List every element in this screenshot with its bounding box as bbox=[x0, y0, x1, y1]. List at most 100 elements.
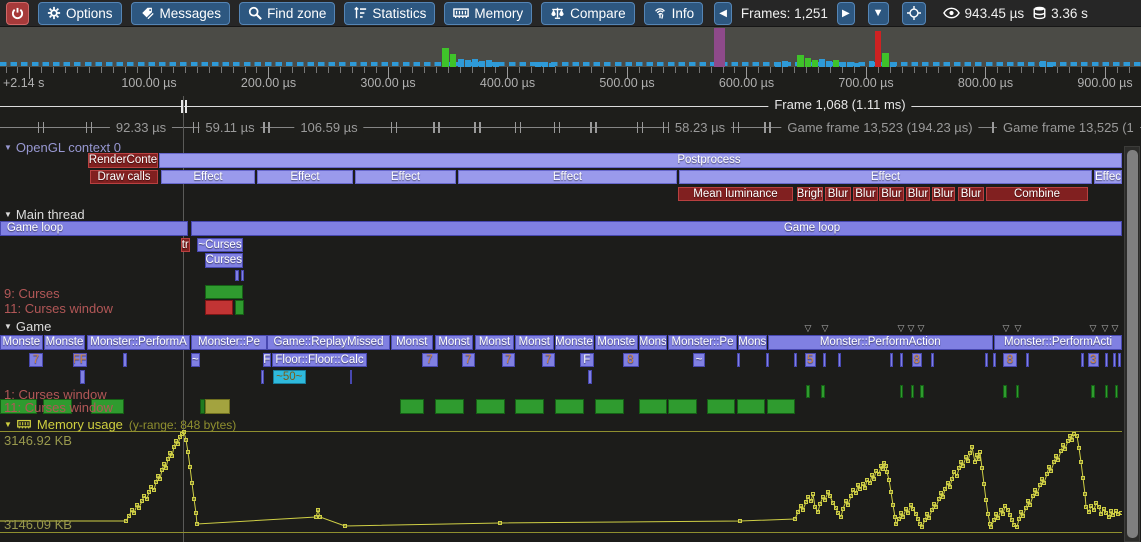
section-header-main-thread[interactable]: ▼Main thread bbox=[4, 207, 85, 222]
zone-bar[interactable] bbox=[1105, 385, 1109, 398]
zone-bar[interactable] bbox=[435, 399, 464, 414]
message-marker-icon[interactable]: ▽ bbox=[918, 323, 925, 334]
time-axis[interactable]: +2.14 s100.00 µs200.00 µs300.00 µs400.00… bbox=[0, 67, 1141, 90]
zone-bar[interactable]: Monst bbox=[391, 335, 434, 351]
frame-histogram-bar[interactable] bbox=[493, 62, 499, 67]
zone-bar[interactable]: ~ bbox=[191, 353, 201, 367]
subframe-label[interactable]: Game frame 13,523 (194.23 µs) bbox=[781, 120, 978, 135]
zone-bar[interactable] bbox=[737, 353, 740, 367]
zone-bar[interactable] bbox=[241, 270, 244, 281]
frame-histogram-bar[interactable] bbox=[1040, 61, 1046, 67]
zone-bar[interactable]: 7 bbox=[462, 353, 476, 367]
zone-bar[interactable]: Game::ReplayMissed bbox=[267, 335, 390, 351]
frame-histogram-bar[interactable] bbox=[847, 62, 853, 67]
next-frame-button[interactable]: ▶ bbox=[837, 2, 855, 25]
zone-bar[interactable]: F bbox=[263, 353, 271, 367]
zone-bar[interactable] bbox=[806, 385, 810, 398]
zone-bar[interactable] bbox=[1115, 385, 1119, 398]
zone-bar[interactable] bbox=[931, 353, 934, 367]
zone-bar[interactable]: Effect bbox=[257, 170, 353, 185]
zone-bar[interactable]: Blur bbox=[825, 187, 851, 202]
zone-bar[interactable]: Blur bbox=[906, 187, 930, 202]
zone-bar[interactable] bbox=[1113, 353, 1116, 367]
frame-histogram-bar[interactable] bbox=[882, 53, 889, 67]
frame-histogram-bar[interactable] bbox=[479, 61, 485, 67]
frame-label[interactable]: Frame 1,068 (1.11 ms) bbox=[768, 97, 911, 112]
frame-histogram-bar[interactable] bbox=[819, 59, 825, 67]
zone-bar[interactable] bbox=[900, 353, 903, 367]
zone-bar[interactable] bbox=[159, 153, 1122, 168]
zone-bar[interactable] bbox=[766, 353, 769, 367]
zone-bar[interactable] bbox=[900, 385, 904, 398]
zone-bar[interactable]: 8 bbox=[1003, 353, 1017, 367]
zone-bar[interactable] bbox=[235, 270, 239, 281]
zone-bar[interactable] bbox=[261, 370, 264, 384]
zone-bar[interactable] bbox=[595, 399, 624, 414]
zone-bar[interactable]: 7 bbox=[422, 353, 438, 367]
zone-bar[interactable]: Effect bbox=[161, 170, 255, 185]
zone-bar[interactable]: ~Curses bbox=[197, 238, 243, 253]
zone-bar[interactable]: Monster::PerformAction bbox=[768, 335, 994, 351]
collapse-triangle-icon[interactable]: ▼ bbox=[4, 143, 12, 152]
message-marker-icon[interactable]: ▽ bbox=[908, 323, 915, 334]
messages-button[interactable]: Messages bbox=[131, 2, 231, 25]
frame-histogram-bar[interactable] bbox=[472, 59, 478, 67]
zone-bar[interactable] bbox=[737, 399, 766, 414]
zone-bar[interactable]: Effect bbox=[679, 170, 1092, 185]
zone-bar[interactable] bbox=[767, 399, 796, 414]
frame-histogram[interactable] bbox=[0, 27, 1141, 67]
zone-bar[interactable]: Monste bbox=[44, 335, 85, 351]
frame-histogram-bar[interactable] bbox=[812, 60, 818, 67]
zone-bar[interactable] bbox=[1016, 385, 1020, 398]
zone-bar[interactable]: 5 bbox=[805, 353, 816, 367]
subframe-label[interactable]: 59.11 µs bbox=[199, 120, 260, 135]
frame-histogram-bar[interactable] bbox=[535, 62, 541, 67]
message-marker-icon[interactable]: ▽ bbox=[822, 323, 829, 334]
section-header-opengl-context-0[interactable]: ▼OpenGL context 0 bbox=[4, 140, 121, 155]
section-header-memory-usage[interactable]: ▼Memory usage(y-range: 848 bytes) bbox=[4, 417, 236, 432]
memory-usage-graph[interactable] bbox=[0, 430, 1122, 532]
frame-histogram-bar[interactable] bbox=[714, 28, 725, 67]
find-zone-button[interactable]: Find zone bbox=[239, 2, 335, 25]
prev-frame-button[interactable]: ◀ bbox=[714, 2, 732, 25]
zone-bar[interactable]: Monste bbox=[555, 335, 594, 351]
crosshair-button[interactable] bbox=[902, 2, 926, 25]
collapse-triangle-icon[interactable]: ▼ bbox=[4, 322, 12, 331]
zone-bar[interactable]: Effec bbox=[1094, 170, 1122, 185]
memory-button[interactable]: Memory bbox=[444, 2, 532, 25]
zone-bar[interactable]: 7 bbox=[29, 353, 43, 367]
power-button[interactable] bbox=[6, 2, 29, 25]
frame-histogram-bar[interactable] bbox=[542, 62, 548, 67]
frame-histogram-bar[interactable] bbox=[458, 59, 464, 67]
zone-bar[interactable] bbox=[80, 370, 85, 384]
zone-bar[interactable] bbox=[205, 285, 244, 299]
zone-bar[interactable] bbox=[707, 399, 736, 414]
zone-bar[interactable]: Monster::Pe bbox=[668, 335, 737, 351]
zone-bar[interactable]: Blur bbox=[958, 187, 984, 202]
zone-bar[interactable]: Combine bbox=[986, 187, 1088, 202]
zone-bar[interactable] bbox=[555, 399, 584, 414]
zone-bar[interactable] bbox=[1105, 353, 1108, 367]
zone-bar[interactable] bbox=[588, 370, 592, 384]
thread-label[interactable]: 11: Curses window bbox=[4, 301, 113, 316]
frame-histogram-bar[interactable] bbox=[875, 31, 881, 67]
zone-bar[interactable] bbox=[191, 221, 1123, 236]
zone-bar[interactable] bbox=[476, 399, 505, 414]
message-marker-icon[interactable]: ▽ bbox=[1112, 323, 1119, 334]
frame-histogram-bar[interactable] bbox=[549, 63, 555, 67]
message-marker-icon[interactable]: ▽ bbox=[1102, 323, 1109, 334]
frame-histogram-bar[interactable] bbox=[854, 63, 860, 67]
message-marker-icon[interactable]: ▽ bbox=[1015, 323, 1022, 334]
frame-histogram-bar[interactable] bbox=[869, 61, 874, 67]
message-marker-icon[interactable]: ▽ bbox=[1090, 323, 1097, 334]
zone-bar[interactable]: Effect bbox=[458, 170, 677, 185]
zone-bar[interactable] bbox=[993, 353, 996, 367]
frame-histogram-bar[interactable] bbox=[450, 54, 456, 67]
section-header-game[interactable]: ▼Game bbox=[4, 319, 51, 334]
collapse-triangle-icon[interactable]: ▼ bbox=[4, 210, 12, 219]
zone-bar[interactable]: Mons bbox=[639, 335, 668, 351]
subframe-label[interactable]: 92.33 µs bbox=[110, 120, 172, 135]
zone-bar[interactable]: ~ bbox=[693, 353, 705, 367]
zone-bar[interactable] bbox=[515, 399, 544, 414]
zone-bar[interactable] bbox=[350, 370, 353, 384]
